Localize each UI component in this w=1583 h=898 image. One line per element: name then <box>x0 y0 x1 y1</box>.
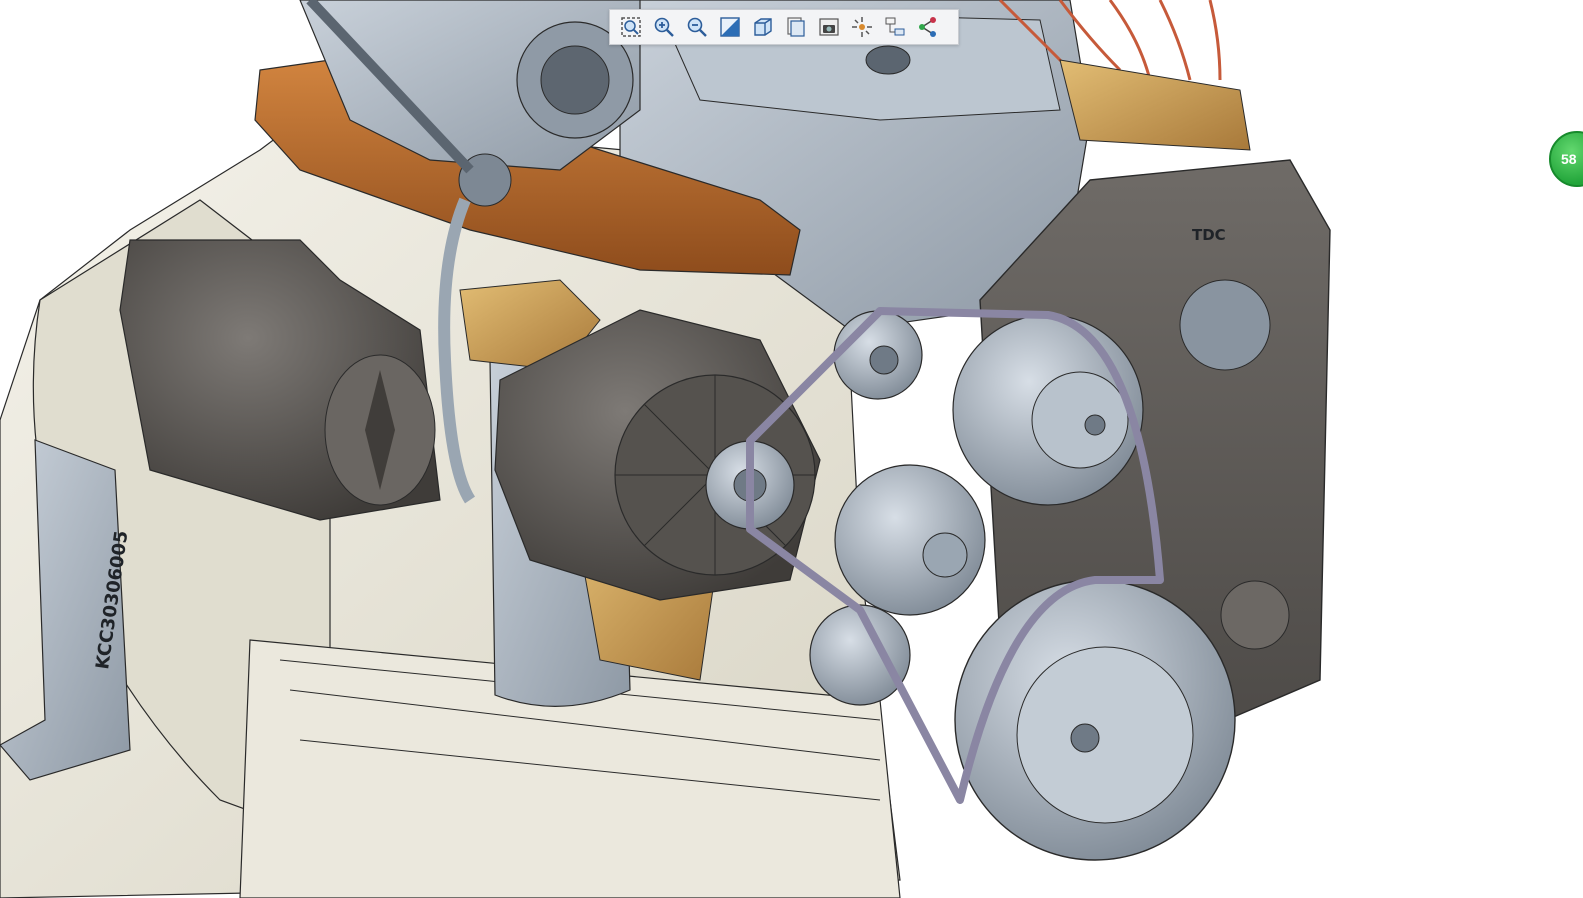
view-orientation-button[interactable] <box>746 12 779 42</box>
model-tree-icon <box>885 17 904 36</box>
fan-hub <box>809 604 911 706</box>
shading-icon <box>719 17 740 37</box>
oil-filler-cap <box>865 45 911 75</box>
tdc-marking: TDC <box>1192 226 1226 244</box>
model-tree-button[interactable] <box>878 12 911 42</box>
snapshot-button[interactable] <box>812 12 845 42</box>
share-button[interactable] <box>911 12 944 42</box>
zoom-in-button[interactable] <box>647 12 680 42</box>
model-viewport[interactable]: KCC30306005 TDC 58 <box>0 0 1583 898</box>
zoom-in-icon <box>654 17 674 37</box>
camera-icon <box>818 18 839 36</box>
zoom-out-icon <box>687 17 707 37</box>
view-toolbar <box>609 9 959 45</box>
saved-views-button[interactable] <box>779 12 812 42</box>
explode-button[interactable] <box>845 12 878 42</box>
shading-button[interactable] <box>713 12 746 42</box>
view-orientation-icon <box>753 18 772 36</box>
zoom-fit-button[interactable] <box>614 12 647 42</box>
zoom-out-button[interactable] <box>680 12 713 42</box>
fuel-pump <box>1059 59 1251 151</box>
explode-icon <box>851 17 872 37</box>
tensioner-pulley <box>834 464 986 616</box>
saved-views-icon <box>786 17 805 37</box>
share-icon <box>918 17 936 37</box>
zoom-fit-icon <box>620 17 641 37</box>
timing-pointer <box>1179 279 1271 371</box>
engine-model[interactable]: KCC30306005 TDC <box>0 0 1583 898</box>
